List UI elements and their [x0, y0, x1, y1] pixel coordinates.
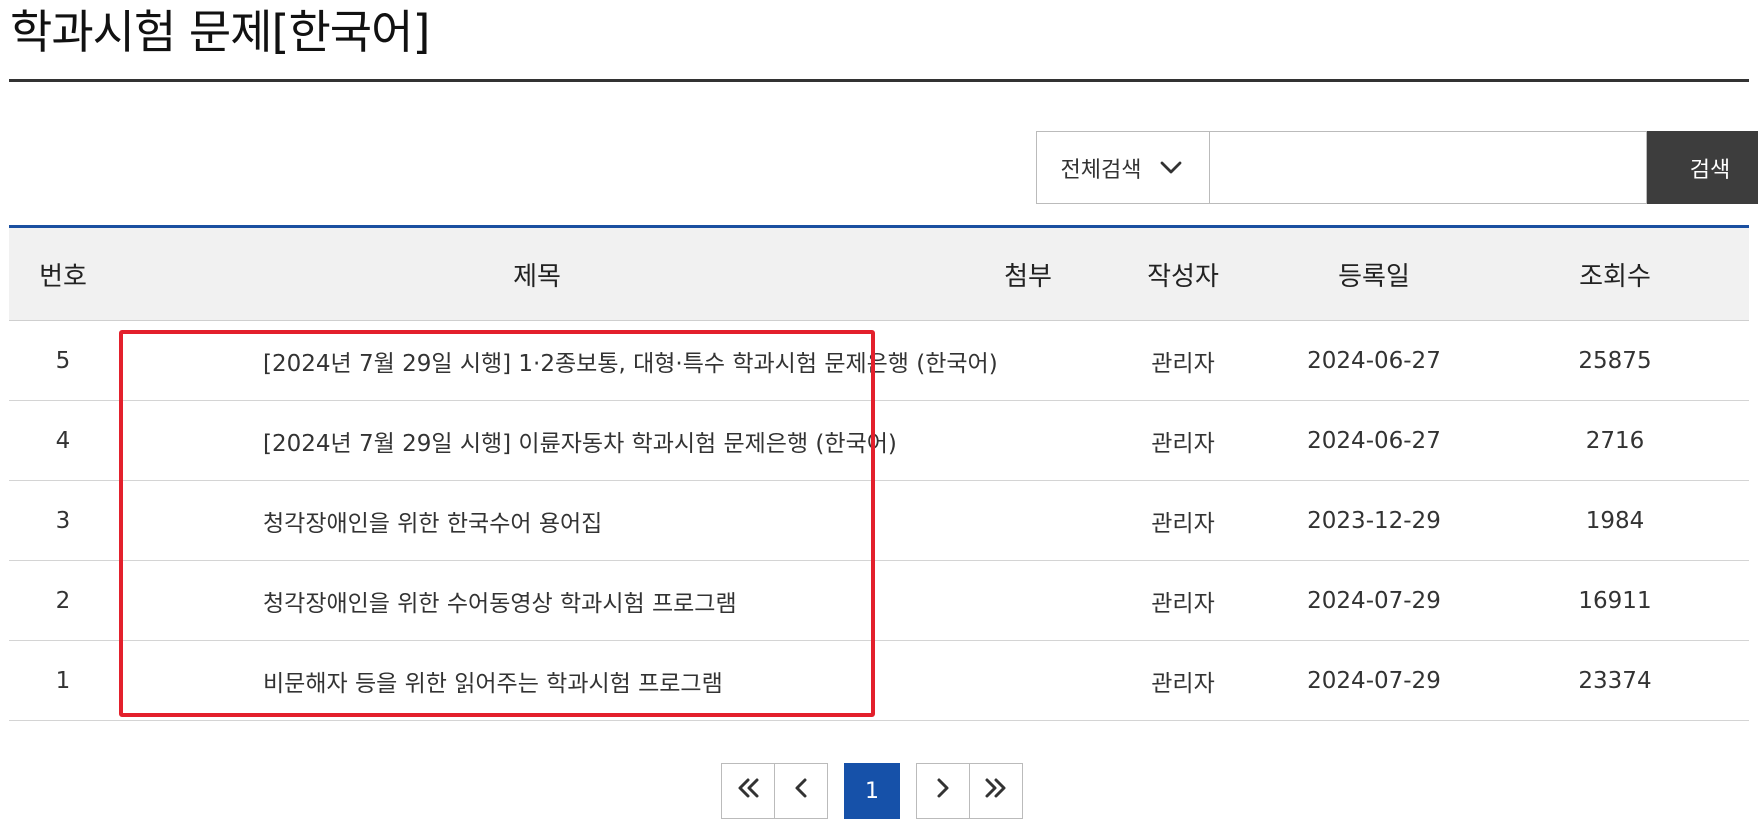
row-views: 2716 [1481, 400, 1749, 481]
table-row: 3 청각장애인을 위한 한국수어 용어집 관리자 2023-12-29 1984 [9, 480, 1749, 561]
header-title: 제목 [117, 228, 957, 321]
row-no: 4 [9, 400, 117, 481]
pagination: 1 [721, 763, 1023, 819]
prev-page-button[interactable] [775, 763, 828, 819]
table-row: 2 청각장애인을 위한 수어동영상 학과시험 프로그램 관리자 2024-07-… [9, 560, 1749, 641]
row-date: 2023-12-29 [1267, 480, 1481, 561]
row-attach [957, 480, 1099, 561]
post-title-link[interactable]: 청각장애인을 위한 한국수어 용어집 [263, 511, 602, 537]
row-views: 23374 [1481, 640, 1749, 721]
page: 학과시험 문제[한국어] 전체검색 검색 번호 제목 첨부 작성자 등록일 조회… [0, 0, 1758, 837]
header-date: 등록일 [1267, 228, 1481, 321]
row-date: 2024-06-27 [1267, 400, 1481, 481]
search-button[interactable]: 검색 [1647, 131, 1758, 204]
row-author: 관리자 [1099, 400, 1267, 481]
post-title-link[interactable]: 청각장애인을 위한 수어동영상 학과시험 프로그램 [263, 591, 737, 617]
chevron-right-icon [933, 776, 953, 806]
search-scope-select[interactable]: 전체검색 [1036, 131, 1210, 204]
title-divider [9, 79, 1749, 82]
row-date: 2024-07-29 [1267, 560, 1481, 641]
table-row: 5 [2024년 7월 29일 시행] 1·2종보통, 대형·특수 학과시험 문… [9, 320, 1749, 401]
row-date: 2024-06-27 [1267, 320, 1481, 401]
row-views: 1984 [1481, 480, 1749, 561]
header-no: 번호 [9, 228, 117, 321]
page-title: 학과시험 문제[한국어] [10, 5, 430, 59]
search-input[interactable] [1210, 131, 1647, 204]
header-views: 조회수 [1481, 228, 1749, 321]
search-scope-label: 전체검색 [1060, 157, 1142, 183]
last-page-button[interactable] [970, 763, 1023, 819]
post-title-link[interactable]: [2024년 7월 29일 시행] 이륜자동차 학과시험 문제은행 (한국어) [263, 431, 897, 457]
row-no: 3 [9, 480, 117, 561]
row-author: 관리자 [1099, 480, 1267, 561]
first-page-button[interactable] [721, 763, 775, 819]
row-author: 관리자 [1099, 560, 1267, 641]
row-author: 관리자 [1099, 640, 1267, 721]
row-attach [957, 400, 1099, 481]
post-title-link[interactable]: 비문해자 등을 위한 읽어주는 학과시험 프로그램 [263, 671, 723, 697]
double-chevron-right-icon [982, 776, 1010, 806]
row-author: 관리자 [1099, 320, 1267, 401]
row-views: 25875 [1481, 320, 1749, 401]
row-attach [957, 560, 1099, 641]
chevron-left-icon [791, 776, 811, 806]
chevron-down-icon [1159, 155, 1185, 181]
table-row: 4 [2024년 7월 29일 시행] 이륜자동차 학과시험 문제은행 (한국어… [9, 400, 1749, 481]
row-attach [957, 640, 1099, 721]
table-header-row: 번호 제목 첨부 작성자 등록일 조회수 [9, 228, 1749, 321]
post-table: 번호 제목 첨부 작성자 등록일 조회수 5 [2024년 7월 29일 시행]… [9, 228, 1749, 721]
search-bar: 전체검색 검색 [1036, 131, 1758, 204]
header-attach: 첨부 [957, 228, 1099, 321]
post-title-link[interactable]: [2024년 7월 29일 시행] 1·2종보통, 대형·특수 학과시험 문제은… [263, 351, 998, 377]
page-button-current[interactable]: 1 [844, 763, 900, 819]
row-date: 2024-07-29 [1267, 640, 1481, 721]
header-author: 작성자 [1099, 228, 1267, 321]
next-page-button[interactable] [916, 763, 970, 819]
row-views: 16911 [1481, 560, 1749, 641]
double-chevron-left-icon [734, 776, 762, 806]
row-no: 1 [9, 640, 117, 721]
table-row: 1 비문해자 등을 위한 읽어주는 학과시험 프로그램 관리자 2024-07-… [9, 640, 1749, 721]
row-no: 2 [9, 560, 117, 641]
row-no: 5 [9, 320, 117, 401]
